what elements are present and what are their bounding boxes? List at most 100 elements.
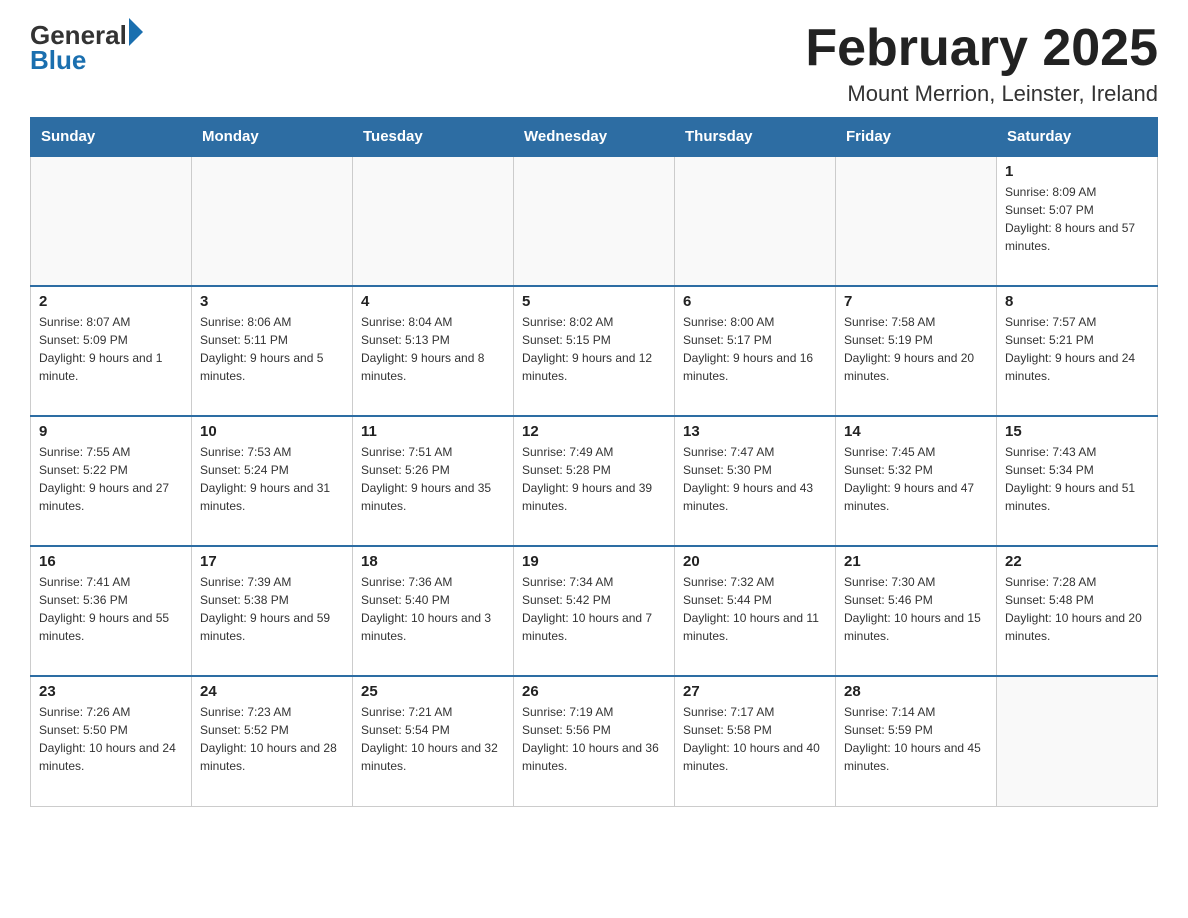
calendar-cell: 27 Sunrise: 7:17 AM Sunset: 5:58 PM Dayli…: [675, 676, 836, 806]
day-number: 11: [361, 423, 505, 440]
calendar-cell: 17 Sunrise: 7:39 AM Sunset: 5:38 PM Dayli…: [192, 546, 353, 676]
day-number: 15: [1005, 423, 1149, 440]
calendar-cell: 8Sunrise: 7:57 AM Sunset: 5:21 PM Daylig…: [997, 286, 1158, 416]
page-header: General Blue February 2025 Mount Merrion…: [30, 20, 1158, 107]
calendar-cell: 16 Sunrise: 7:41 AM Sunset: 5:36 PM Dayli…: [31, 546, 192, 676]
logo-triangle-icon: [129, 18, 143, 46]
calendar-cell: 28 Sunrise: 7:14 AM Sunset: 5:59 PM Dayli…: [836, 676, 997, 806]
day-info: Sunrise: 7:26 AM Sunset: 5:50 PM Dayligh…: [39, 703, 183, 775]
day-info: Sunrise: 7:36 AM Sunset: 5:40 PM Dayligh…: [361, 573, 505, 645]
day-info: Sunrise: 7:47 AM Sunset: 5:30 PM Dayligh…: [683, 443, 827, 515]
calendar-cell: 26 Sunrise: 7:19 AM Sunset: 5:56 PM Dayli…: [514, 676, 675, 806]
calendar-cell: 9 Sunrise: 7:55 AM Sunset: 5:22 PM Daylig…: [31, 416, 192, 546]
day-info: Sunrise: 7:58 AM Sunset: 5:19 PM Dayligh…: [844, 313, 988, 385]
calendar-cell: 7 Sunrise: 7:58 AM Sunset: 5:19 PM Daylig…: [836, 286, 997, 416]
calendar-cell: 24 Sunrise: 7:23 AM Sunset: 5:52 PM Dayli…: [192, 676, 353, 806]
calendar-cell: [836, 156, 997, 286]
calendar-cell: 4 Sunrise: 8:04 AM Sunset: 5:13 PM Daylig…: [353, 286, 514, 416]
day-info: Sunrise: 7:17 AM Sunset: 5:58 PM Dayligh…: [683, 703, 827, 775]
day-info: Sunrise: 8:07 AM Sunset: 5:09 PM Dayligh…: [39, 313, 183, 385]
day-info: Sunrise: 8:02 AM Sunset: 5:15 PM Dayligh…: [522, 313, 666, 385]
calendar-cell: 15Sunrise: 7:43 AM Sunset: 5:34 PM Dayli…: [997, 416, 1158, 546]
day-info: Sunrise: 7:28 AM Sunset: 5:48 PM Dayligh…: [1005, 573, 1149, 645]
day-number: 2: [39, 293, 183, 310]
day-of-week-header: Friday: [836, 118, 997, 157]
day-number: 3: [200, 293, 344, 310]
day-info: Sunrise: 7:30 AM Sunset: 5:46 PM Dayligh…: [844, 573, 988, 645]
calendar-cell: 12Sunrise: 7:49 AM Sunset: 5:28 PM Dayli…: [514, 416, 675, 546]
day-number: 9: [39, 423, 183, 440]
calendar-week-row: 23 Sunrise: 7:26 AM Sunset: 5:50 PM Dayli…: [31, 676, 1158, 806]
calendar-header-row: SundayMondayTuesdayWednesdayThursdayFrid…: [31, 118, 1158, 157]
day-number: 5: [522, 293, 666, 310]
calendar-week-row: 9 Sunrise: 7:55 AM Sunset: 5:22 PM Daylig…: [31, 416, 1158, 546]
day-info: Sunrise: 7:14 AM Sunset: 5:59 PM Dayligh…: [844, 703, 988, 775]
day-number: 13: [683, 423, 827, 440]
calendar-cell: 25 Sunrise: 7:21 AM Sunset: 5:54 PM Dayli…: [353, 676, 514, 806]
calendar-cell: [997, 676, 1158, 806]
day-info: Sunrise: 7:45 AM Sunset: 5:32 PM Dayligh…: [844, 443, 988, 515]
day-number: 1: [1005, 163, 1149, 180]
calendar-cell: 5 Sunrise: 8:02 AM Sunset: 5:15 PM Daylig…: [514, 286, 675, 416]
day-info: Sunrise: 7:19 AM Sunset: 5:56 PM Dayligh…: [522, 703, 666, 775]
calendar-cell: 1 Sunrise: 8:09 AM Sunset: 5:07 PM Daylig…: [997, 156, 1158, 286]
calendar-cell: 19Sunrise: 7:34 AM Sunset: 5:42 PM Dayli…: [514, 546, 675, 676]
day-number: 16: [39, 553, 183, 570]
logo-blue-text: Blue: [30, 45, 143, 76]
calendar-cell: 2 Sunrise: 8:07 AM Sunset: 5:09 PM Daylig…: [31, 286, 192, 416]
day-number: 24: [200, 683, 344, 700]
day-number: 23: [39, 683, 183, 700]
day-info: Sunrise: 8:06 AM Sunset: 5:11 PM Dayligh…: [200, 313, 344, 385]
day-number: 18: [361, 553, 505, 570]
day-number: 10: [200, 423, 344, 440]
day-info: Sunrise: 7:55 AM Sunset: 5:22 PM Dayligh…: [39, 443, 183, 515]
title-section: February 2025 Mount Merrion, Leinster, I…: [805, 20, 1158, 107]
calendar-cell: [675, 156, 836, 286]
day-number: 8: [1005, 293, 1149, 310]
calendar-table: SundayMondayTuesdayWednesdayThursdayFrid…: [30, 117, 1158, 807]
day-number: 25: [361, 683, 505, 700]
calendar-week-row: 16 Sunrise: 7:41 AM Sunset: 5:36 PM Dayli…: [31, 546, 1158, 676]
day-info: Sunrise: 7:39 AM Sunset: 5:38 PM Dayligh…: [200, 573, 344, 645]
calendar-cell: 10 Sunrise: 7:53 AM Sunset: 5:24 PM Dayli…: [192, 416, 353, 546]
calendar-cell: 13 Sunrise: 7:47 AM Sunset: 5:30 PM Dayli…: [675, 416, 836, 546]
day-number: 26: [522, 683, 666, 700]
day-number: 21: [844, 553, 988, 570]
day-info: Sunrise: 7:21 AM Sunset: 5:54 PM Dayligh…: [361, 703, 505, 775]
calendar-cell: 21 Sunrise: 7:30 AM Sunset: 5:46 PM Dayli…: [836, 546, 997, 676]
day-number: 28: [844, 683, 988, 700]
day-of-week-header: Wednesday: [514, 118, 675, 157]
day-info: Sunrise: 7:49 AM Sunset: 5:28 PM Dayligh…: [522, 443, 666, 515]
day-info: Sunrise: 7:41 AM Sunset: 5:36 PM Dayligh…: [39, 573, 183, 645]
logo: General Blue: [30, 20, 143, 76]
calendar-cell: 20 Sunrise: 7:32 AM Sunset: 5:44 PM Dayli…: [675, 546, 836, 676]
day-info: Sunrise: 7:32 AM Sunset: 5:44 PM Dayligh…: [683, 573, 827, 645]
day-info: Sunrise: 8:00 AM Sunset: 5:17 PM Dayligh…: [683, 313, 827, 385]
day-of-week-header: Sunday: [31, 118, 192, 157]
day-info: Sunrise: 7:23 AM Sunset: 5:52 PM Dayligh…: [200, 703, 344, 775]
calendar-week-row: 2 Sunrise: 8:07 AM Sunset: 5:09 PM Daylig…: [31, 286, 1158, 416]
day-number: 6: [683, 293, 827, 310]
calendar-cell: 11Sunrise: 7:51 AM Sunset: 5:26 PM Dayli…: [353, 416, 514, 546]
day-of-week-header: Monday: [192, 118, 353, 157]
location-title: Mount Merrion, Leinster, Ireland: [805, 81, 1158, 107]
calendar-cell: 14 Sunrise: 7:45 AM Sunset: 5:32 PM Dayli…: [836, 416, 997, 546]
calendar-cell: [31, 156, 192, 286]
day-info: Sunrise: 8:04 AM Sunset: 5:13 PM Dayligh…: [361, 313, 505, 385]
day-info: Sunrise: 8:09 AM Sunset: 5:07 PM Dayligh…: [1005, 183, 1149, 255]
day-number: 7: [844, 293, 988, 310]
day-number: 19: [522, 553, 666, 570]
day-info: Sunrise: 7:53 AM Sunset: 5:24 PM Dayligh…: [200, 443, 344, 515]
day-number: 4: [361, 293, 505, 310]
calendar-cell: [514, 156, 675, 286]
day-number: 27: [683, 683, 827, 700]
calendar-cell: [353, 156, 514, 286]
day-number: 22: [1005, 553, 1149, 570]
calendar-cell: 23 Sunrise: 7:26 AM Sunset: 5:50 PM Dayli…: [31, 676, 192, 806]
day-of-week-header: Saturday: [997, 118, 1158, 157]
day-number: 20: [683, 553, 827, 570]
day-number: 17: [200, 553, 344, 570]
calendar-cell: 22 Sunrise: 7:28 AM Sunset: 5:48 PM Dayli…: [997, 546, 1158, 676]
day-number: 14: [844, 423, 988, 440]
month-title: February 2025: [805, 20, 1158, 77]
